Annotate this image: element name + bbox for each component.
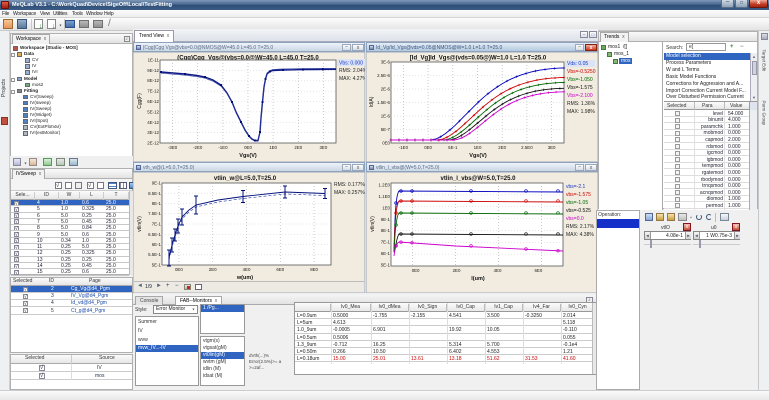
svg-text:4E-12: 4E-12 (147, 120, 159, 125)
svg-text:4E0: 4E0 (243, 267, 251, 272)
svg-text:2E0: 2E0 (453, 268, 461, 273)
svg-text:6.5E-1: 6.5E-1 (148, 232, 161, 237)
svg-text:6E0: 6E0 (276, 267, 284, 272)
svg-text:-1E0: -1E0 (218, 145, 228, 150)
svg-text:Id(A): Id(A) (369, 96, 375, 107)
svg-text:7E-1: 7E-1 (152, 222, 162, 227)
svg-text:2E-12: 2E-12 (147, 141, 159, 146)
svg-text:l(um): l(um) (471, 276, 485, 282)
svg-text:6E-12: 6E-12 (147, 99, 159, 104)
svg-text:7E-1: 7E-1 (381, 240, 391, 245)
svg-text:2E0: 2E0 (294, 145, 302, 150)
svg-text:vtlin(V): vtlin(V) (370, 216, 376, 232)
svg-text:9E-12: 9E-12 (147, 68, 159, 73)
svg-text:7.5E-1: 7.5E-1 (148, 211, 161, 216)
svg-text:1.2E0: 1.2E0 (379, 183, 391, 188)
svg-text:RMS: 0.177%: RMS: 0.177% (334, 182, 365, 188)
svg-text:8.5E-1: 8.5E-1 (148, 191, 161, 196)
svg-text:1E-6: 1E-6 (381, 114, 391, 119)
svg-text:Vbs=-1.050: Vbs=-1.050 (567, 77, 593, 83)
svg-text:vbs=-0.525: vbs=-0.525 (566, 208, 591, 214)
svg-text:0E0: 0E0 (424, 145, 432, 150)
svg-text:6E0: 6E0 (534, 268, 542, 273)
svg-text:Vbs=-1.575: Vbs=-1.575 (567, 85, 593, 91)
svg-text:5E-12: 5E-12 (147, 109, 159, 114)
svg-text:MAX: 4.38%: MAX: 4.38% (566, 232, 594, 238)
svg-text:3E-12: 3E-12 (147, 130, 159, 135)
svg-text:2.5E0: 2.5E0 (521, 145, 533, 150)
svg-text:2E-6: 2E-6 (381, 87, 391, 92)
svg-text:6E-1: 6E-1 (381, 251, 391, 256)
svg-text:vtlin_l_vbs@W=5.0,T=25.0: vtlin_l_vbs@W=5.0,T=25.0 (441, 176, 517, 182)
svg-text:1E0: 1E0 (382, 205, 390, 210)
svg-text:3E-6: 3E-6 (381, 60, 391, 65)
svg-text:RMS: 2.17%: RMS: 2.17% (566, 224, 595, 230)
svg-text:2E0: 2E0 (209, 267, 217, 272)
svg-text:1E-11: 1E-11 (148, 58, 160, 63)
svg-text:5E-7: 5E-7 (381, 127, 391, 132)
svg-text:Vbs=-2.100: Vbs=-2.100 (567, 93, 593, 99)
svg-text:Vgs(V): Vgs(V) (469, 153, 487, 159)
svg-text:1.5E-6: 1.5E-6 (377, 100, 390, 105)
svg-text:0E0: 0E0 (382, 141, 390, 146)
svg-text:1.1E0: 1.1E0 (379, 194, 391, 199)
svg-text:1E0: 1E0 (474, 145, 482, 150)
svg-text:3E0: 3E0 (319, 145, 327, 150)
svg-text:vbs=-1.05: vbs=-1.05 (566, 200, 588, 206)
svg-text:2.5E-6: 2.5E-6 (377, 73, 390, 78)
svg-text:-3E0: -3E0 (168, 145, 178, 150)
svg-text:-2E0: -2E0 (193, 145, 203, 150)
svg-text:5E-1: 5E-1 (152, 263, 162, 268)
svg-text:vtlin_w@L=5.0,T=25.0: vtlin_w@L=5.0,T=25.0 (214, 176, 277, 182)
svg-text:5.5E-1: 5.5E-1 (148, 252, 161, 257)
svg-text:8E-1: 8E-1 (381, 228, 391, 233)
svg-text:RMS: 1.36%: RMS: 1.36% (567, 101, 596, 107)
svg-text:vbs=-2.1: vbs=-2.1 (566, 184, 586, 190)
svg-text:5E-1: 5E-1 (381, 263, 391, 268)
svg-text:vbs=0.0: vbs=0.0 (566, 216, 584, 222)
svg-text:0E0: 0E0 (412, 268, 420, 273)
svg-text:8E-1: 8E-1 (152, 201, 162, 206)
svg-text:[Id_Vg]Id_Vgs@(vds=0.05@)W=1.0: [Id_Vg]Id_Vgs@(vds=0.05@)W=1.0 L=1.0 T=2… (410, 56, 547, 62)
svg-text:8E-12: 8E-12 (147, 78, 159, 83)
svg-text:5E-1: 5E-1 (448, 145, 458, 150)
svg-text:Vbs: 0.000: Vbs: 0.000 (339, 61, 363, 67)
svg-text:7E-12: 7E-12 (147, 89, 159, 94)
svg-text:vbs=-1.575: vbs=-1.575 (566, 192, 591, 198)
svg-text:Cgg(F): Cgg(F) (137, 93, 143, 109)
svg-text:9E-1: 9E-1 (152, 181, 162, 186)
svg-text:MAX: 1.98%: MAX: 1.98% (567, 109, 595, 115)
svg-text:2E0: 2E0 (498, 145, 506, 150)
svg-text:MAX: 0.257%: MAX: 0.257% (334, 190, 365, 196)
svg-text:0E0: 0E0 (175, 267, 183, 272)
svg-text:4E0: 4E0 (494, 268, 502, 273)
svg-text:vtlin(V): vtlin(V) (137, 216, 143, 232)
svg-text:1E0: 1E0 (269, 145, 277, 150)
svg-text:3E0: 3E0 (548, 145, 556, 150)
svg-text:Vds: 0.05: Vds: 0.05 (567, 61, 588, 67)
svg-text:8E0: 8E0 (310, 267, 318, 272)
svg-text:9E-1: 9E-1 (381, 217, 391, 222)
svg-text:RMS: 2.04%: RMS: 2.04% (339, 68, 365, 74)
svg-text:0E0: 0E0 (244, 145, 252, 150)
svg-text:-1E0: -1E0 (399, 145, 409, 150)
svg-text:MAX: 4.27%: MAX: 4.27% (339, 76, 365, 82)
svg-text:Vbs=-0.5250: Vbs=-0.5250 (567, 69, 596, 75)
svg-text:6E-1: 6E-1 (152, 242, 162, 247)
svg-text:Vgs(V): Vgs(V) (239, 153, 257, 159)
